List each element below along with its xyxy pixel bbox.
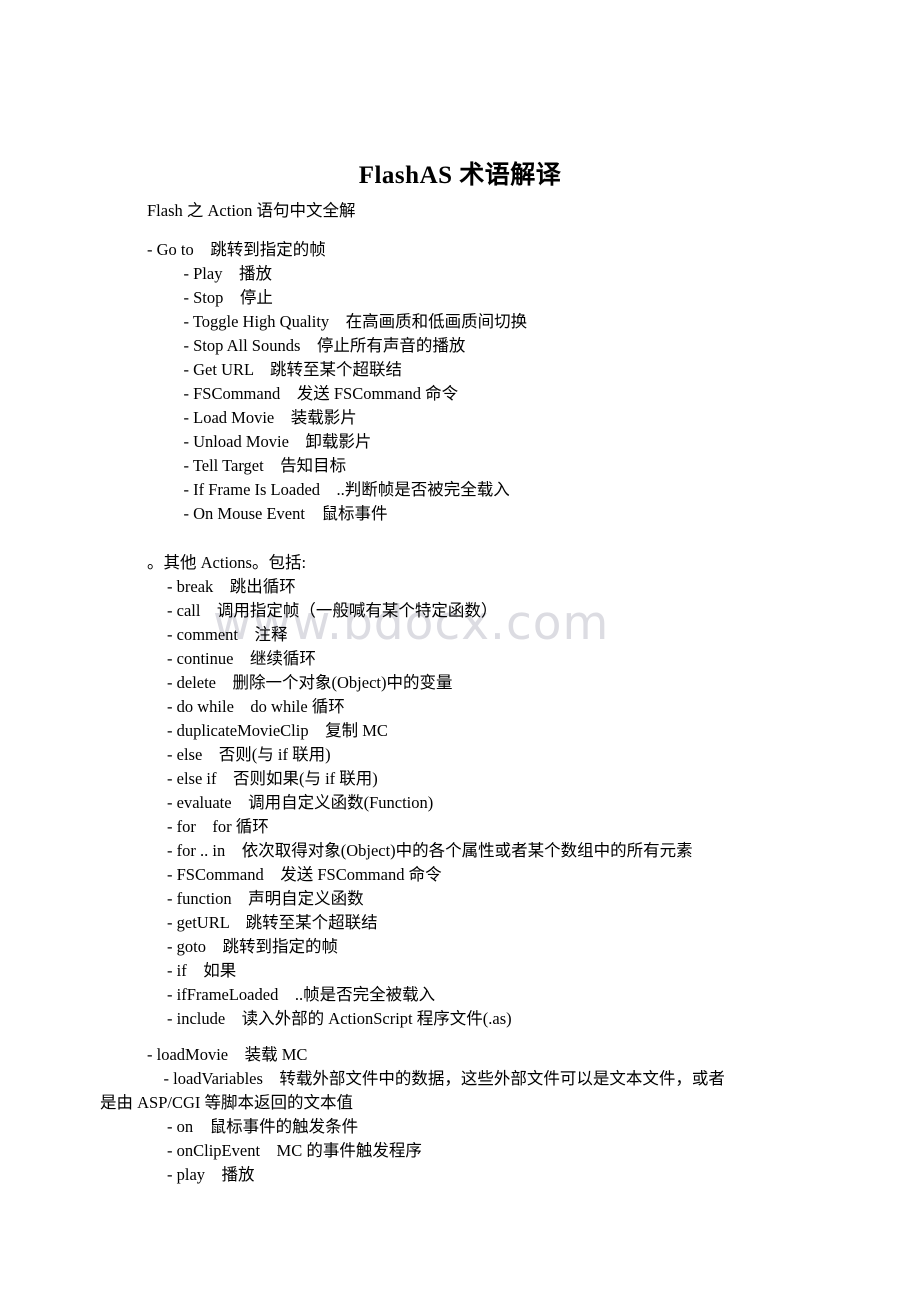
list-item: - on 鼠标事件的触发条件 (167, 1117, 359, 1136)
list-item: - Stop All Sounds 停止所有声音的播放 (167, 336, 466, 355)
list-item: - loadVariables 转载外部文件中的数据，这些外部文件可以是文本文件… (147, 1069, 725, 1088)
list-item: - call 调用指定帧（一般喊有某个特定函数） (167, 601, 498, 620)
list-item: - Go to 跳转到指定的帧 (147, 240, 326, 259)
load-actions-list: - loadMovie 装载 MC - loadVariables 转载外部文件… (147, 1043, 725, 1091)
list-item: - On Mouse Event 鼠标事件 (167, 504, 388, 523)
event-actions-list: - on 鼠标事件的触发条件 - onClipEvent MC 的事件触发程序 … (147, 1115, 422, 1187)
list-item: - play 播放 (167, 1165, 255, 1184)
document-page: www.bdocx.com FlashAS 术语解译 Flash 之 Actio… (0, 0, 920, 1302)
wrapped-continuation-line: 是由 ASP/CGI 等脚本返回的文本值 (100, 1093, 354, 1112)
list-item: - else if 否则如果(与 if 联用) (167, 769, 378, 788)
list-item: - getURL 跳转至某个超联结 (167, 913, 378, 932)
list-item: - include 读入外部的 ActionScript 程序文件(.as) (167, 1009, 512, 1028)
list-item: - Toggle High Quality 在高画质和低画质间切换 (167, 312, 528, 331)
list-item: - Unload Movie 卸载影片 (167, 432, 372, 451)
list-item: - Play 播放 (167, 264, 272, 283)
list-item: - goto 跳转到指定的帧 (167, 937, 338, 956)
basic-actions-list: - Go to 跳转到指定的帧 - Play 播放 - Stop 停止 - To… (147, 238, 527, 526)
list-item: - delete 删除一个对象(Object)中的变量 (167, 673, 453, 692)
list-item: - evaluate 调用自定义函数(Function) (167, 793, 434, 812)
list-item: - do while do while 循环 (167, 697, 345, 716)
list-item: - FSCommand 发送 FSCommand 命令 (167, 865, 442, 884)
list-item: - loadMovie 装载 MC (147, 1045, 308, 1064)
list-item: - Get URL 跳转至某个超联结 (167, 360, 402, 379)
list-item: - duplicateMovieClip 复制 MC (167, 721, 388, 740)
other-actions-heading-wrap: 。其他 Actions。包括: (147, 551, 306, 575)
list-item: - continue 继续循环 (167, 649, 316, 668)
list-item: - Tell Target 告知目标 (167, 456, 347, 475)
list-item: - else 否则(与 if 联用) (167, 745, 331, 764)
list-item: - onClipEvent MC 的事件触发程序 (167, 1141, 422, 1160)
other-actions-list: - break 跳出循环 - call 调用指定帧（一般喊有某个特定函数） - … (147, 575, 693, 1031)
list-item: - Stop 停止 (167, 288, 273, 307)
list-item: - FSCommand 发送 FSCommand 命令 (167, 384, 459, 403)
intro-paragraph: Flash 之 Action 语句中文全解 (147, 201, 356, 220)
list-item: - If Frame Is Loaded ..判断帧是否被完全载入 (167, 480, 510, 499)
list-item: - comment 注释 (167, 625, 288, 644)
list-item: - break 跳出循环 (167, 577, 296, 596)
list-item: - for for 循环 (167, 817, 269, 836)
list-item: - for .. in 依次取得对象(Object)中的各个属性或者某个数组中的… (167, 841, 693, 860)
list-item: - Load Movie 装载影片 (167, 408, 357, 427)
list-item: - if 如果 (167, 961, 237, 980)
list-item: - ifFrameLoaded ..帧是否完全被载入 (167, 985, 436, 1004)
page-title: FlashAS 术语解译 (358, 161, 562, 189)
list-item: - function 声明自定义函数 (167, 889, 364, 908)
other-actions-heading: 。其他 Actions。包括: (147, 553, 307, 572)
